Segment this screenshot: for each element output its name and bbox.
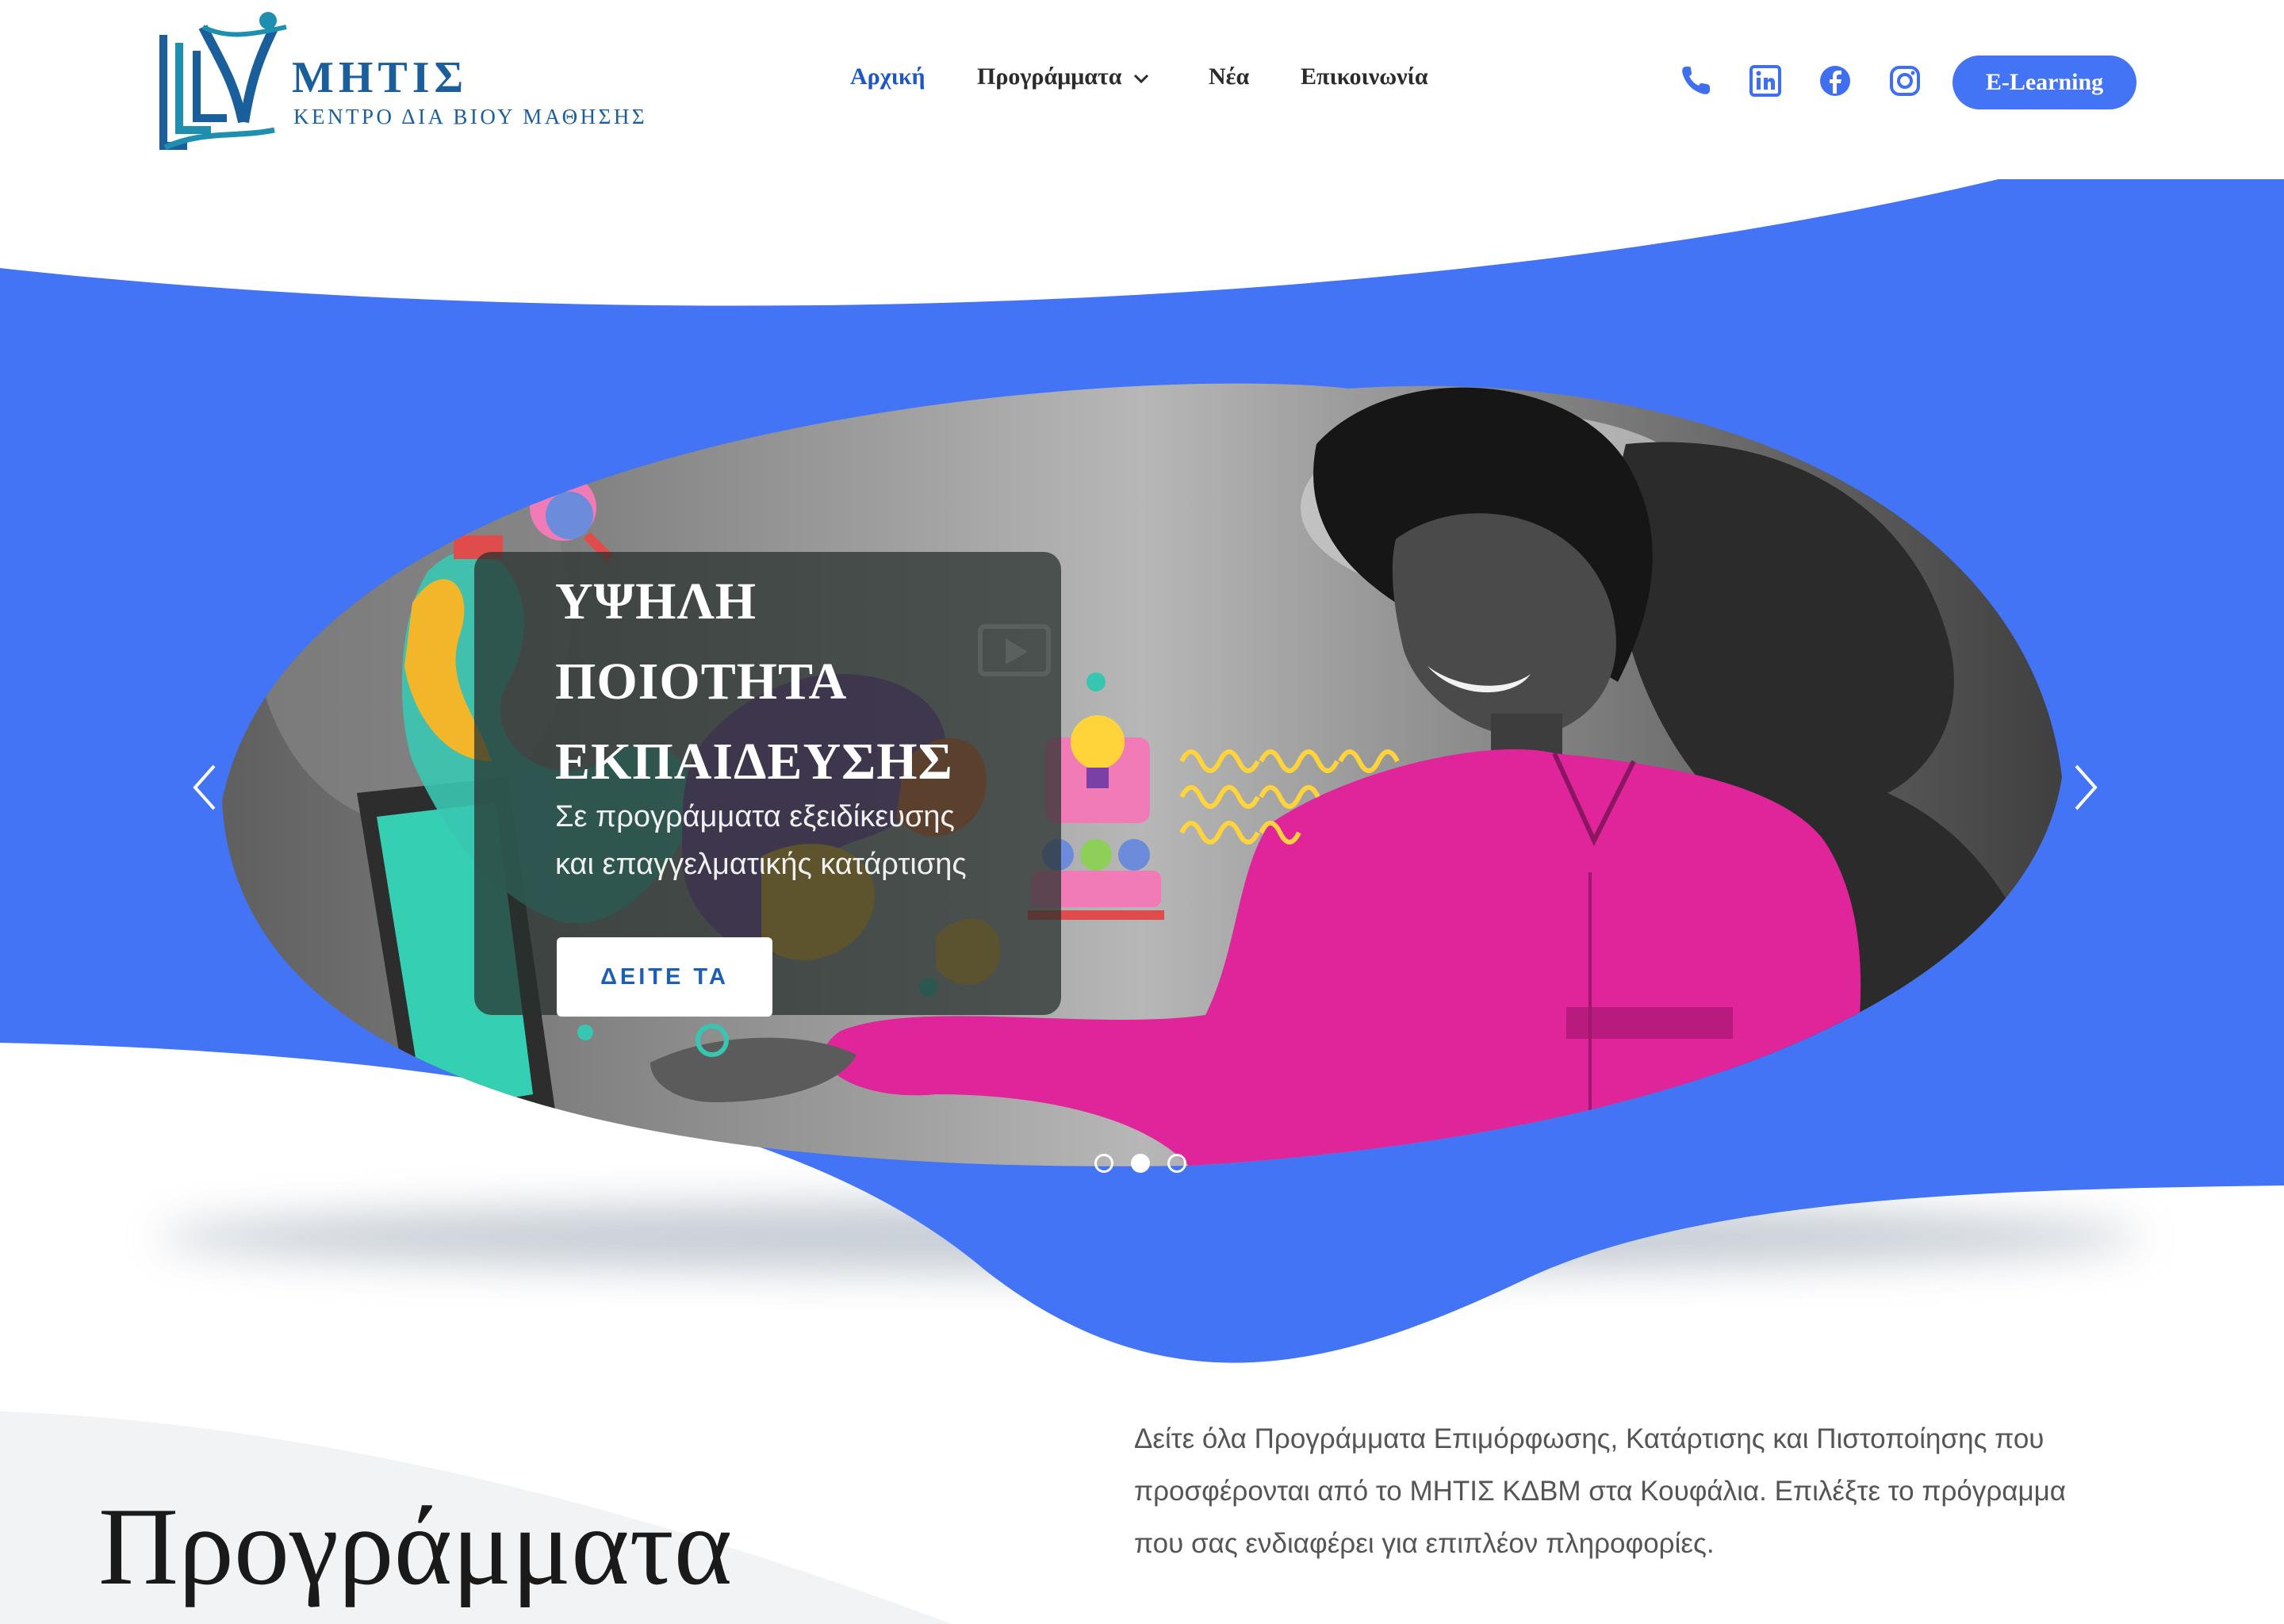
nav-item-contact-label: Επικοινωνία bbox=[1301, 63, 1428, 90]
slide-subtitle-line: Σε προγράμματα εξειδίκευσης bbox=[555, 800, 955, 833]
instagram-icon[interactable] bbox=[1886, 62, 1924, 100]
linkedin-icon[interactable] bbox=[1746, 62, 1784, 100]
slide-title-line: ΠΟΙΟΤΗΤΑ bbox=[555, 653, 848, 710]
nav-item-news-label: Νέα bbox=[1209, 63, 1250, 90]
logo-mark-icon bbox=[159, 12, 287, 150]
phone-icon[interactable] bbox=[1677, 62, 1715, 100]
slider-dot-3[interactable] bbox=[1167, 1154, 1186, 1173]
elearning-button[interactable]: E-Learning bbox=[1953, 56, 2136, 109]
section-description: Δείτε όλα Προγράμματα Επιμόρφωσης, Κατάρ… bbox=[1134, 1423, 2067, 1559]
nav-item-programs[interactable]: Προγράμματα bbox=[977, 63, 1149, 90]
slide-subtitle: Σε προγράμματα εξειδίκευσης και επαγγελμ… bbox=[555, 793, 1047, 888]
nav-item-home[interactable]: Αρχική bbox=[850, 63, 925, 90]
slider-pagination bbox=[1094, 1151, 1198, 1178]
nav-item-news[interactable]: Νέα bbox=[1209, 63, 1249, 90]
slider-prev-arrow-icon[interactable] bbox=[187, 760, 222, 815]
logo-subtitle: ΚΕΝΤΡΟ ΔΙΑ ΒΙΟΥ ΜΑΘΗΣΗΣ bbox=[293, 105, 648, 128]
slider-next-arrow-icon[interactable] bbox=[2068, 760, 2103, 815]
chevron-down-icon bbox=[1133, 75, 1148, 84]
nav-item-programs-label: Προγράμματα bbox=[977, 63, 1122, 90]
logo-title: ΜΗΤΙΣ bbox=[292, 53, 469, 102]
nav-item-contact[interactable]: Επικοινωνία bbox=[1301, 63, 1428, 90]
site-header: ΜΗΤΙΣ ΚΕΝΤΡΟ ΔΙΑ ΒΙΟΥ ΜΑΘΗΣΗΣ Αρχική Προ… bbox=[0, 0, 2284, 174]
hero-slide-image bbox=[222, 383, 2062, 1166]
slide-subtitle-line: και επαγγελματικής κατάρτισης bbox=[555, 848, 967, 881]
section-title: Προγράμματα bbox=[98, 1485, 733, 1608]
slider-dot-2[interactable] bbox=[1131, 1154, 1150, 1173]
slider-dot-1[interactable] bbox=[1094, 1154, 1113, 1173]
facebook-icon[interactable] bbox=[1816, 62, 1854, 100]
see-them-button[interactable]: ΔΕΙΤΕ ΤΑ bbox=[557, 937, 772, 1017]
slide-title-line: ΥΨΗΛΗ bbox=[555, 573, 757, 630]
slide-title-line: ΕΚΠΑΙΔΕΥΣΗΣ bbox=[555, 733, 953, 791]
nav-item-home-label: Αρχική bbox=[850, 63, 925, 90]
slide-title: ΥΨΗΛΗ ΠΟΙΟΤΗΤΑ ΕΚΠΑΙΔΕΥΣΗΣ bbox=[555, 561, 1063, 802]
site-logo[interactable]: ΜΗΤΙΣ ΚΕΝΤΡΟ ΔΙΑ ΒΙΟΥ ΜΑΘΗΣΗΣ bbox=[155, 11, 663, 154]
